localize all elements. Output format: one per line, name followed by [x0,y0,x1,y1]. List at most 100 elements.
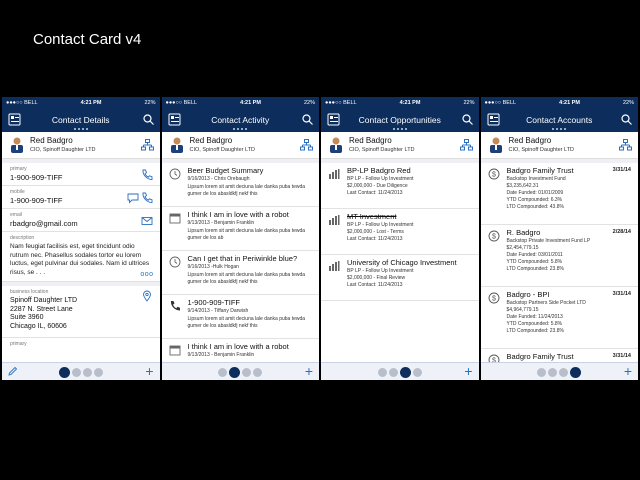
tab-activity[interactable] [388,368,398,377]
org-chart-icon[interactable] [300,139,313,151]
opportunity-line: Last Contact: 11/24/2013 [347,282,403,288]
contact-header[interactable]: Red Badgro CIO, Spinoff Daughter LTD [480,132,638,159]
tab-accounts[interactable] [570,367,582,378]
tab-activity[interactable] [71,368,81,377]
tab-opportunities[interactable] [399,367,411,378]
tab-details[interactable] [58,367,70,378]
phone-icon[interactable] [141,169,153,181]
account-title: Badgro Family Trust [506,166,574,175]
description-text: Nam feugiat facilisis est, eget tincidun… [10,243,150,276]
account-line: $2,454,779.15 [506,245,539,251]
email-row[interactable]: email rbadgro@gmail.com [2,209,160,232]
account-line: $3,235,642.31 [506,183,539,189]
account-item[interactable]: $ Badgro Family Trust 3/31/14 Backstop I… [480,163,638,225]
opportunity-item[interactable]: University of Chicago Investment BP LP -… [321,255,479,301]
org-chart-icon[interactable] [140,139,154,151]
search-icon[interactable] [621,114,632,125]
primary-label: primary [10,341,27,347]
phone-contact-details: ●●●○○ BELL 4:21 PM 22% Contact Details R… [2,97,160,380]
page-dots [233,128,248,130]
account-item[interactable]: $ Badgro - BPI 3/31/14 Backstop Partners… [480,287,638,349]
chat-icon[interactable] [127,192,139,204]
tab-dots [537,367,582,378]
activity-item[interactable]: I think I am in love with a robot 9/13/2… [161,207,319,251]
tab-details[interactable] [218,368,228,377]
mobile-phone-row[interactable]: mobile 1-900-909-TIFF [2,186,160,209]
activity-item[interactable]: Can I get that in Periwinkle blue? 9/16/… [161,251,319,295]
tab-accounts[interactable] [93,368,103,377]
more-button[interactable]: ooo [140,271,153,278]
opportunity-line: Last Contact: 11/24/2013 [347,190,403,196]
tab-details[interactable] [377,368,387,377]
tab-accounts[interactable] [253,368,263,377]
opportunity-item[interactable]: MT Investment BP LP - Follow Up Investme… [321,209,479,255]
search-icon[interactable] [142,114,154,125]
address-block: Spinoff Daughter LTD 2287 N. Street Lane… [10,297,152,331]
opportunity-line: BP LP - Follow Up Investment [347,222,414,228]
activity-item[interactable]: Beer Budget Summary 9/16/2013 - Chris Or… [161,163,319,207]
contact-header[interactable]: Red Badgro CIO, Spinoff Daughter LTD [2,132,160,159]
menu-icon[interactable] [8,113,21,126]
activity-meta: 9/14/2013 - Tiffany Darwish [187,308,249,314]
avatar-icon [489,137,502,153]
activity-item[interactable]: 1-900-909-TIFF 9/14/2013 - Tiffany Darwi… [161,295,319,339]
tab-dots [218,367,263,378]
tab-bar: + [161,362,319,380]
add-button[interactable]: + [624,364,632,378]
account-date: 2/28/14 [612,229,631,235]
opportunity-title: MT Investment [347,212,397,221]
screen-title: Contact Activity [211,115,270,125]
primary-phone-row[interactable]: primary 1-900-909-TIFF [2,163,160,186]
pencil-icon[interactable] [7,366,18,377]
contact-header[interactable]: Red Badgro CIO, Spinoff Daughter LTD [321,132,479,159]
search-icon[interactable] [461,114,473,125]
clock-icon [169,168,180,180]
phone-contact-accounts: ●●●○○ BELL 4:21 PM 22% Contact Accounts … [480,97,638,380]
status-time: 4:21 PM [80,99,102,106]
activity-meta: 9/16/2013 - Chris Orebaugh [187,176,250,182]
primary-phone-value: 1-900-909-TIFF [10,173,63,182]
status-bar: ●●●○○ BELL 4:21 PM 22% [480,97,638,108]
mail-icon[interactable] [141,215,153,227]
add-button[interactable]: + [305,364,313,378]
menu-icon[interactable] [168,113,181,126]
tab-opportunities[interactable] [242,368,252,377]
add-button[interactable]: + [464,364,472,378]
activity-title: Can I get that in Periwinkle blue? [187,254,298,263]
account-line: YTD Compounded: 5.8% [506,321,563,327]
svg-text:$: $ [492,234,496,241]
avatar-icon [170,137,183,153]
tab-accounts[interactable] [412,368,422,377]
activity-title: Beer Budget Summary [187,166,264,175]
opportunity-item[interactable]: BP-LP Badgro Red BP LP - Follow Up Inves… [321,163,479,209]
tab-activity[interactable] [229,367,241,378]
carrier-label: ●●●○○ BELL [325,99,357,106]
contact-header[interactable]: Red Badgro CIO, Spinoff Daughter LTD [161,132,319,159]
tab-details[interactable] [537,368,547,377]
menu-icon[interactable] [487,113,500,126]
org-chart-icon[interactable] [459,139,473,151]
map-pin-icon[interactable] [141,290,153,302]
battery-label: 22% [463,99,475,106]
activity-meta: 9/16/2013 -Hulk Hogan [187,264,239,270]
org-chart-icon[interactable] [619,139,632,151]
add-button[interactable]: + [145,364,153,378]
status-bar: ●●●○○ BELL 4:21 PM 22% [321,97,479,108]
address-line: 2287 N. Street Lane [10,305,73,313]
dollar-icon: $ [488,292,499,304]
menu-icon[interactable] [327,113,340,126]
tab-activity[interactable] [548,368,558,377]
nav-bar: Contact Activity [161,108,319,132]
battery-label: 22% [303,99,315,106]
primary-row-partial: primary [2,338,160,348]
phone-icon[interactable] [141,192,153,204]
business-location-section[interactable]: business location Spinoff Daughter LTD 2… [2,286,160,338]
battery-label: 22% [622,99,634,106]
search-icon[interactable] [302,114,313,125]
account-item[interactable]: $ R. Badgro 2/28/14 Backstop Private Inv… [480,225,638,287]
opportunity-line: BP LP - Follow Up Investment [347,176,414,182]
tab-opportunities[interactable] [559,368,569,377]
calendar-icon [169,345,180,356]
tab-opportunities[interactable] [82,368,92,377]
opportunity-line: $2,000,000 - Final Review [347,275,406,281]
